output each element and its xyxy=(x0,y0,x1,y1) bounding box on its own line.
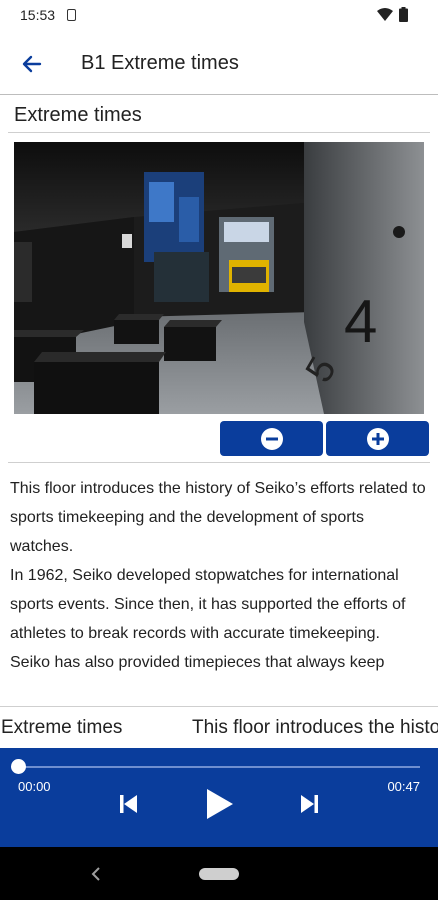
back-button[interactable] xyxy=(18,50,46,78)
zoom-in-button[interactable] xyxy=(326,421,429,456)
now-playing-title: Extreme times xyxy=(1,717,123,738)
description-paragraph: This floor introduces the history of Sei… xyxy=(10,480,426,555)
sim-icon xyxy=(67,9,76,21)
current-time: 00:00 xyxy=(18,779,51,794)
divider xyxy=(8,462,430,463)
previous-button[interactable] xyxy=(116,792,140,821)
wifi-icon xyxy=(377,8,393,21)
nav-back-icon[interactable] xyxy=(90,867,102,881)
svg-text:4: 4 xyxy=(344,288,377,355)
divider xyxy=(8,132,430,133)
now-playing-scroll-text: This floor introduces the history of Sei… xyxy=(192,717,438,738)
seek-bar[interactable] xyxy=(18,766,420,768)
next-button[interactable] xyxy=(298,792,322,821)
skip-next-icon xyxy=(301,795,318,813)
arrow-left-icon xyxy=(22,55,42,73)
app-bar: B1 Extreme times xyxy=(0,32,438,95)
plus-circle-icon xyxy=(366,427,389,450)
battery-icon xyxy=(399,7,408,22)
status-bar: 15:53 xyxy=(0,0,438,32)
audio-player: 00:00 00:47 xyxy=(0,748,438,847)
page-title: B1 Extreme times xyxy=(81,52,239,74)
play-icon xyxy=(207,789,233,819)
status-time: 15:53 xyxy=(20,7,56,23)
play-button[interactable] xyxy=(201,786,237,827)
duration: 00:47 xyxy=(387,779,420,794)
zoom-out-button[interactable] xyxy=(220,421,323,456)
section-title: Extreme times xyxy=(14,104,142,126)
minus-circle-icon xyxy=(260,427,283,450)
description-paragraph: In 1962, Seiko developed stopwatches for… xyxy=(10,567,406,642)
exhibition-room-photo: 4 5 xyxy=(14,142,424,414)
status-icons xyxy=(377,7,408,22)
seek-thumb[interactable] xyxy=(11,759,26,774)
now-playing-bar: Extreme times This floor introduces the … xyxy=(0,706,438,749)
description-paragraph: Seiko has also provided timepieces that … xyxy=(10,654,385,671)
skip-previous-icon xyxy=(120,795,137,813)
nav-home-pill[interactable] xyxy=(199,868,239,880)
description-text: This floor introduces the history of Sei… xyxy=(10,474,428,704)
exhibit-photo: 4 5 xyxy=(14,142,424,414)
system-nav-bar xyxy=(0,847,438,900)
